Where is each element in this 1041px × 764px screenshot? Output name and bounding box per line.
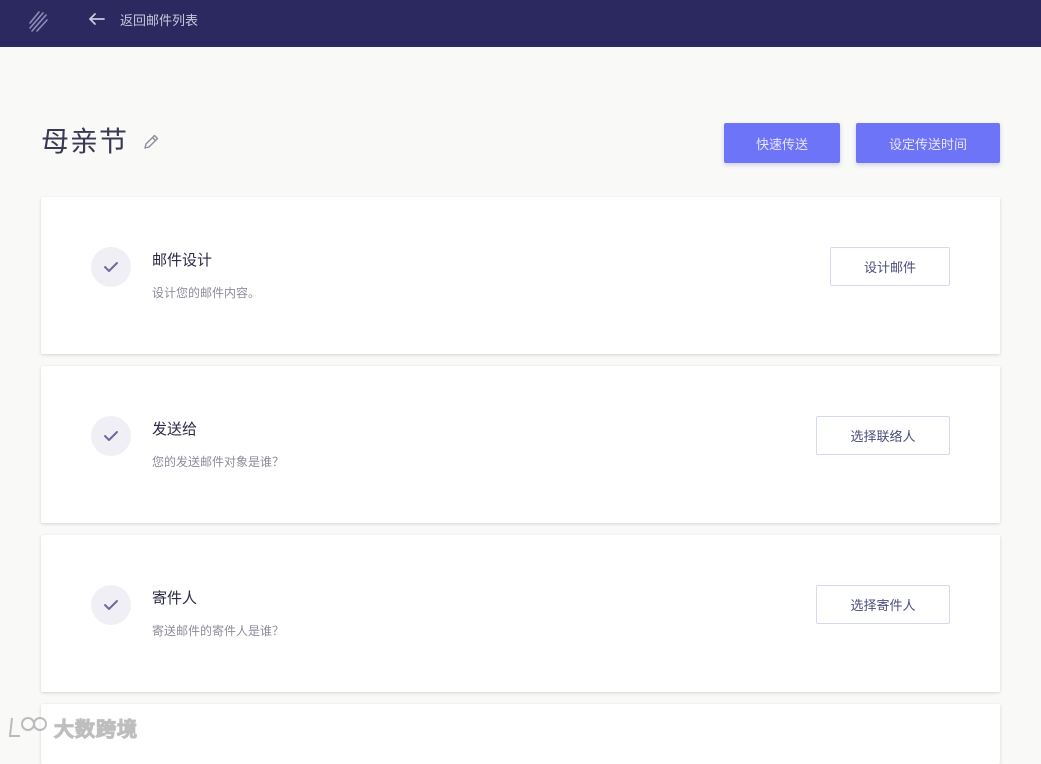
step-description: 您的发送邮件对象是谁？ bbox=[152, 455, 285, 469]
check-icon bbox=[104, 262, 118, 272]
top-bar: 返回邮件列表 bbox=[0, 0, 1041, 47]
check-icon bbox=[104, 600, 118, 610]
back-to-list-link[interactable]: 返回邮件列表 bbox=[88, 9, 198, 29]
step-title: 寄件人 bbox=[152, 589, 198, 607]
step-description: 寄送邮件的寄件人是谁？ bbox=[152, 624, 285, 638]
check-icon bbox=[104, 431, 118, 441]
step-status-circle bbox=[91, 416, 131, 456]
slash-lines-logo-icon[interactable] bbox=[27, 9, 49, 33]
design-email-button[interactable]: 设计邮件 bbox=[830, 247, 950, 286]
step-status-circle bbox=[91, 247, 131, 287]
step-card-design: 邮件设计 设计您的邮件内容。 设计邮件 bbox=[41, 197, 1000, 354]
page-title: 母亲节 bbox=[41, 125, 129, 158]
select-sender-button[interactable]: 选择寄件人 bbox=[816, 585, 950, 624]
watermark: 大数跨境 bbox=[6, 712, 138, 742]
campaign-title-row: 母亲节 bbox=[41, 120, 160, 160]
step-status-circle bbox=[91, 585, 131, 625]
step-card-recipients: 发送给 您的发送邮件对象是谁？ 选择联络人 bbox=[41, 366, 1000, 523]
watermark-logo-icon bbox=[8, 717, 47, 737]
back-link-label: 返回邮件列表 bbox=[120, 13, 199, 29]
step-card-sender: 寄件人 寄送邮件的寄件人是谁？ 选择寄件人 bbox=[41, 535, 1000, 692]
quick-send-button[interactable]: 快速传送 bbox=[724, 123, 840, 163]
step-title: 邮件设计 bbox=[152, 251, 213, 269]
arrow-left-icon bbox=[89, 13, 105, 25]
schedule-send-button[interactable]: 设定传送时间 bbox=[856, 123, 1000, 163]
step-card-partial bbox=[41, 704, 1000, 764]
step-title: 发送给 bbox=[152, 420, 198, 438]
step-description: 设计您的邮件内容。 bbox=[152, 286, 261, 300]
pencil-icon[interactable] bbox=[142, 133, 160, 151]
select-contacts-button[interactable]: 选择联络人 bbox=[816, 416, 950, 455]
watermark-text: 大数跨境 bbox=[54, 716, 138, 741]
